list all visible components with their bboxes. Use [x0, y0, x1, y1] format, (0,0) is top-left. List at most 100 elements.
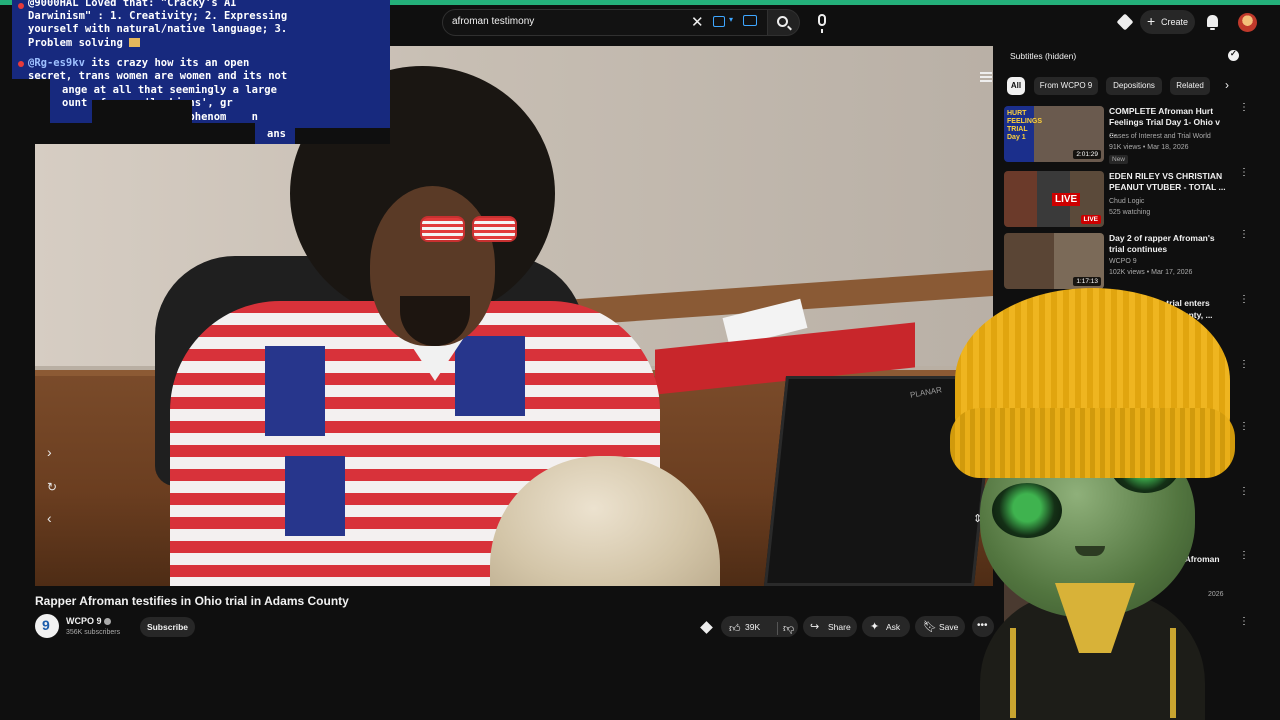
rec-channel[interactable]: WCPO 9 [1109, 258, 1137, 265]
more-vert-icon[interactable]: ⋮ [1239, 551, 1249, 566]
chip-depositions[interactable]: Depositions [1106, 77, 1162, 95]
notifications-icon[interactable] [1207, 15, 1218, 30]
chat-line: ans [267, 128, 286, 140]
share-label: Share [828, 622, 851, 632]
rec-meta: 102K views • Mar 17, 2026 [1109, 269, 1193, 276]
search-icon [777, 16, 788, 27]
stream-chat-overlay: @9000HAL Loved that: "Cracky's AI Darwin… [12, 0, 390, 144]
chat-occlusion [12, 123, 255, 144]
bookmark-icon: 🔖︎ [923, 621, 937, 633]
more-vert-icon[interactable]: ⋮ [1239, 295, 1249, 310]
more-vert-icon[interactable]: ⋮ [1239, 168, 1249, 183]
recommended-video[interactable]: 1:17:13 Day 2 of rapper Afroman's trial … [1004, 230, 1249, 293]
recommended-video[interactable]: HURT FEELINGS TRIAL Day 1 2:01:29 COMPLE… [1004, 103, 1249, 166]
chevron-right-icon[interactable]: › [1225, 78, 1229, 92]
chip-from-channel[interactable]: From WCPO 9 [1034, 77, 1098, 95]
subscriber-count: 356K subscribers [66, 629, 121, 636]
avatar-trim [1010, 628, 1016, 718]
suit-stars-panel [455, 336, 525, 416]
video-title: Rapper Afroman testifies in Ohio trial i… [35, 594, 349, 608]
like-count[interactable]: 39K [745, 622, 760, 632]
video-thumbnail[interactable]: 1:17:13 [1004, 233, 1104, 289]
like-dislike-group: 👍︎ 39K 👎︎ [721, 616, 798, 637]
like-icon[interactable]: 👍︎ [729, 622, 741, 635]
gemini-icon[interactable] [700, 621, 713, 634]
chat-line: secret, trans women are women and its no… [28, 70, 288, 82]
flag-sunglasses [472, 216, 517, 242]
scroll-emoji-icon [129, 38, 141, 47]
more-vert-icon[interactable]: ⋮ [1239, 617, 1249, 632]
suit-stars-panel [285, 456, 345, 536]
chat-line: yourself with natural/native language; 3… [28, 23, 288, 35]
rec-meta: 525 watching [1109, 209, 1151, 216]
chat-line: ange at all that seemingly a large [62, 84, 277, 96]
subtitles-label: Subtitles (hidden) [1010, 51, 1077, 61]
ask-button[interactable]: ✦ Ask [862, 616, 910, 637]
more-vert-icon[interactable]: ⋮ [1239, 360, 1249, 375]
chat-user-dot [18, 3, 24, 9]
chip-related[interactable]: Related [1170, 77, 1210, 95]
video-duration: 2:01:29 [1073, 150, 1101, 159]
voice-search-icon[interactable] [818, 14, 826, 33]
rec-title[interactable]: Day 2 of rapper Afroman's trial continue… [1109, 233, 1229, 255]
share-button[interactable]: ↪ Share [803, 616, 857, 637]
clear-search-icon[interactable]: ✕ [691, 13, 704, 31]
keyboard-icon[interactable] [713, 16, 725, 27]
beanie-cuff [950, 408, 1235, 478]
chevron-down-icon[interactable]: ▾ [729, 15, 733, 24]
more-vert-icon[interactable]: ⋮ [1239, 230, 1249, 245]
avatar-trim [1170, 628, 1176, 718]
search-box[interactable]: afroman testimony ✕ ▾ [442, 9, 768, 36]
chat-text: its crazy how its an open [84, 57, 250, 69]
video-duration: 1:17:13 [1073, 277, 1101, 286]
new-badge: New [1109, 155, 1129, 164]
chip-all[interactable]: All [1007, 77, 1025, 95]
share-icon: ↪ [810, 621, 820, 633]
more-vert-icon[interactable]: ⋮ [1239, 103, 1249, 118]
rec-meta: 91K views • Mar 18, 2026 [1109, 144, 1189, 151]
subscribe-button[interactable]: Subscribe [140, 617, 195, 637]
channel-name[interactable]: WCPO 9 [66, 616, 102, 626]
dislike-icon[interactable]: 👎︎ [783, 622, 794, 635]
video-thumbnail[interactable]: LIVE LIVE [1004, 171, 1104, 227]
subtitles-header: Subtitles (hidden) [1003, 46, 1243, 66]
chat-occlusion [295, 128, 390, 144]
chat-line: @9000HAL Loved that: "Cracky's AI [28, 0, 237, 9]
search-input[interactable]: afroman testimony [452, 16, 534, 27]
transliterate-icon[interactable] [743, 15, 757, 26]
chat-line: Darwinism" : 1. Creativity; 2. Expressin… [28, 10, 288, 22]
video-thumbnail[interactable]: HURT FEELINGS TRIAL Day 1 2:01:29 [1004, 106, 1104, 162]
chat-username: @Rg-es9kv [28, 57, 85, 69]
chat-user-dot [18, 61, 24, 67]
rec-title[interactable]: EDEN RILEY VS CHRISTIAN PEANUT VTUBER - … [1109, 171, 1229, 193]
channel-avatar[interactable] [35, 614, 59, 638]
check-icon[interactable] [1228, 49, 1239, 61]
replay-icon[interactable]: ↻ [47, 480, 57, 494]
more-vert-icon[interactable]: ⋮ [1239, 422, 1249, 437]
create-label: Create [1161, 17, 1189, 27]
ask-label: Ask [886, 622, 901, 632]
vtuber-avatar [950, 288, 1235, 720]
account-avatar[interactable] [1238, 13, 1257, 32]
create-button[interactable]: + Create [1140, 10, 1195, 34]
verified-icon [104, 618, 111, 625]
recommended-video[interactable]: LIVE LIVE EDEN RILEY VS CHRISTIAN PEANUT… [1004, 168, 1249, 231]
search-button[interactable] [768, 9, 800, 36]
chat-line: Problem solving [28, 37, 141, 51]
suit-stars-panel [265, 346, 325, 436]
gemini-icon[interactable] [1116, 13, 1134, 31]
chevron-left-icon[interactable]: ‹ [47, 510, 52, 526]
live-thumb-label: LIVE [1052, 193, 1081, 206]
chevron-right-icon[interactable]: › [47, 444, 52, 460]
live-badge: LIVE [1080, 215, 1101, 224]
chapters-icon[interactable] [980, 72, 992, 82]
youtube-watch-page: afroman testimony ✕ ▾ + Create PLANAR › … [0, 0, 1280, 720]
avatar-eye [992, 483, 1062, 538]
chat-line: @Rg-es9kv its crazy how its an open [28, 57, 249, 71]
more-vert-icon[interactable]: ⋮ [1239, 487, 1249, 502]
flag-sunglasses [420, 216, 465, 242]
plus-icon: + [1147, 13, 1156, 29]
rec-channel[interactable]: Cases of Interest and Trial World [1109, 133, 1211, 140]
rec-channel[interactable]: Chud Logic [1109, 198, 1144, 205]
sparkle-icon: ✦ [870, 621, 880, 633]
